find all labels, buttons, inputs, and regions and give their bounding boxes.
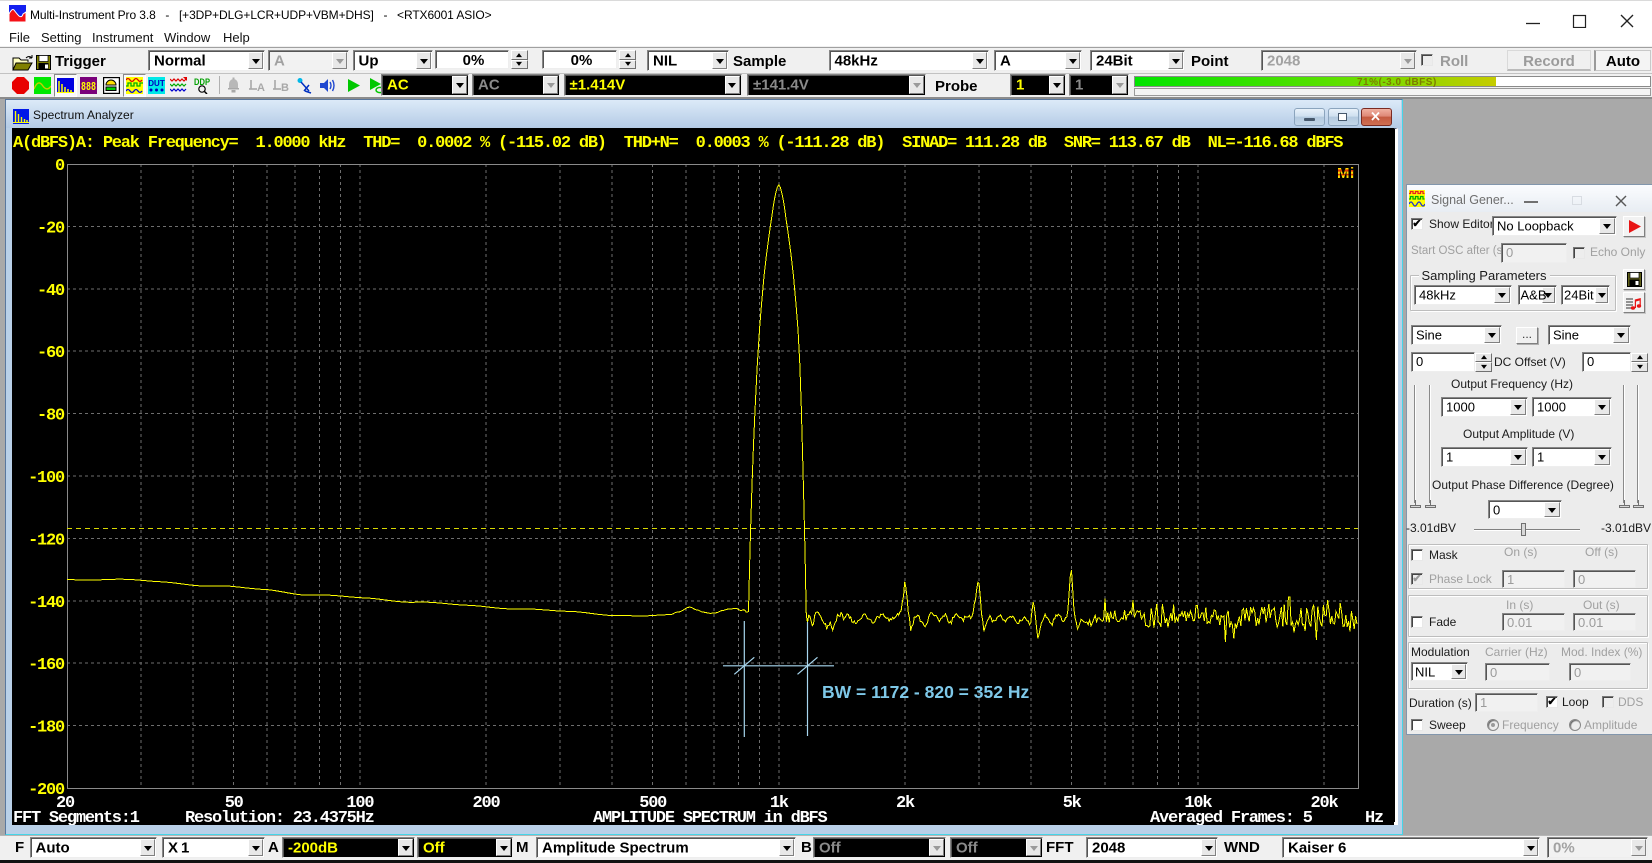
svg-text:200: 200 — [473, 794, 501, 813]
svg-text:888: 888 — [81, 80, 96, 94]
svg-text:B: B — [281, 82, 289, 94]
svg-text:2k: 2k — [896, 794, 915, 813]
svg-text:FFT Segments:1: FFT Segments:1 — [13, 809, 140, 825]
svg-text:-20: -20 — [37, 219, 65, 238]
svg-text:-120: -120 — [28, 531, 65, 550]
svg-text:AMPLITUDE SPECTRUM in dBFS: AMPLITUDE SPECTRUM in dBFS — [593, 809, 828, 825]
svg-text:0: 0 — [55, 157, 65, 176]
svg-text:-40: -40 — [37, 282, 65, 301]
svg-text:A(dBFS)A: Peak Frequency= 1.0: A(dBFS)A: Peak Frequency= 1.0000 kHz THD… — [13, 134, 1343, 153]
svg-text:-180: -180 — [28, 719, 65, 738]
svg-text:Resolution: 23.4375Hz: Resolution: 23.4375Hz — [185, 809, 374, 825]
svg-text:Hz: Hz — [1365, 809, 1383, 825]
svg-text:5k: 5k — [1063, 794, 1082, 813]
svg-text:-160: -160 — [28, 656, 65, 675]
svg-text:-60: -60 — [37, 344, 65, 363]
svg-text:Averaged Frames: 5: Averaged Frames: 5 — [1150, 809, 1313, 825]
svg-text:Mi: Mi — [1337, 165, 1355, 182]
svg-text:-100: -100 — [28, 469, 65, 488]
svg-text:DUT: DUT — [148, 79, 165, 88]
svg-text:-80: -80 — [37, 407, 65, 426]
svg-text:BW = 1172 - 820 = 352 Hz: BW = 1172 - 820 = 352 Hz — [822, 682, 1029, 702]
svg-text:20k: 20k — [1311, 794, 1339, 813]
svg-text:A: A — [257, 82, 265, 94]
svg-text:-140: -140 — [28, 594, 65, 613]
